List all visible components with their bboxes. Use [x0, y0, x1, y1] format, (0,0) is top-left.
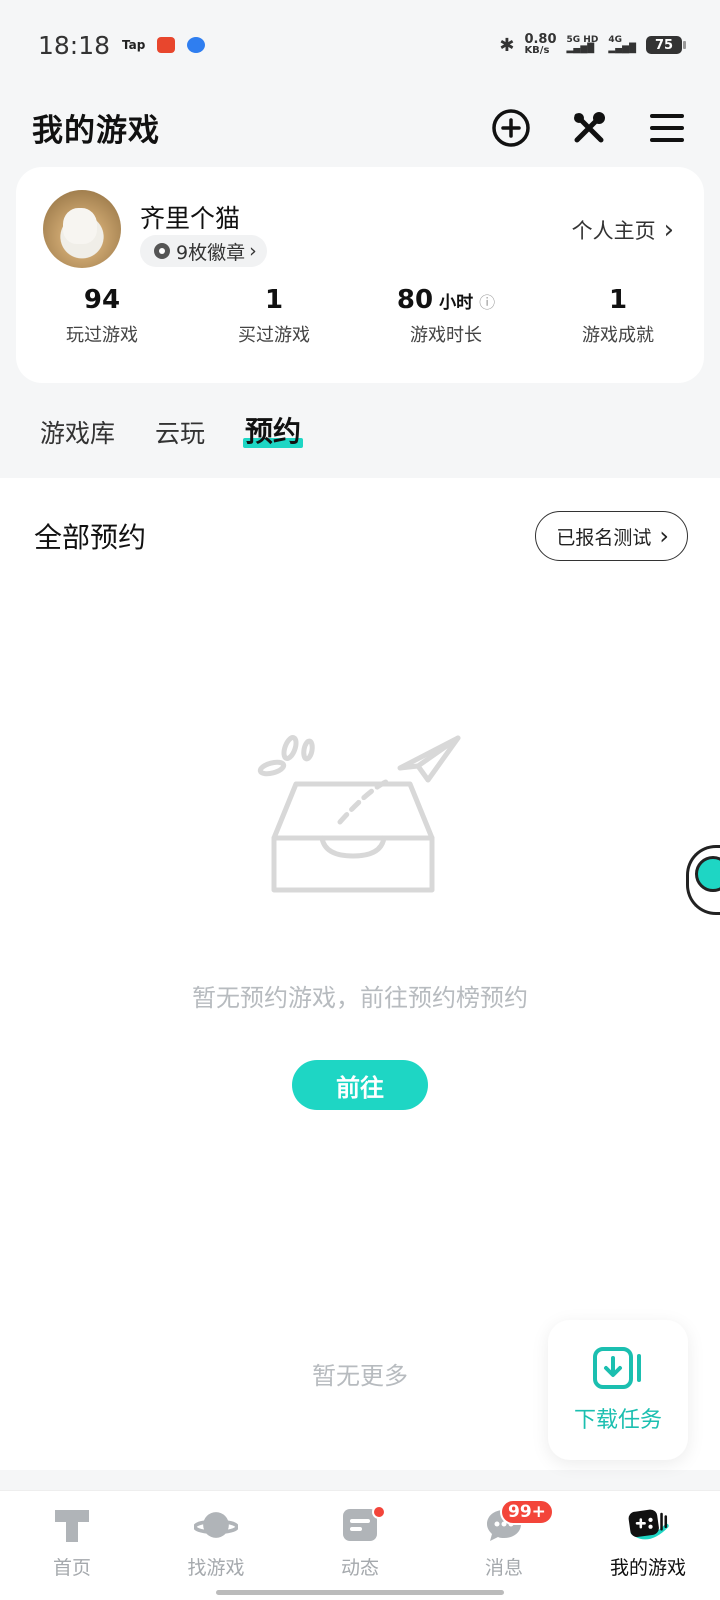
profile-card: 齐里个猫 9枚徽章 › 个人主页 › 94 玩过游戏 1 买过游戏 80 小时 …: [16, 167, 704, 383]
tab-library[interactable]: 游戏库: [40, 414, 115, 450]
stat-label: 游戏成就: [582, 325, 654, 346]
info-icon[interactable]: ⓘ: [479, 289, 495, 313]
tools-icon: [574, 111, 605, 142]
home-indicator[interactable]: [216, 1590, 504, 1595]
stat-achievements[interactable]: 1 游戏成就: [532, 285, 704, 347]
network-speed: 0.80 KB/s: [524, 32, 557, 56]
empty-state-text: 暂无预约游戏，前往预约榜预约: [192, 984, 528, 1012]
personal-homepage-link[interactable]: 个人主页 ›: [572, 215, 674, 245]
nav-label: 我的游戏: [609, 1557, 686, 1579]
avatar[interactable]: [43, 190, 121, 268]
stat-played[interactable]: 94 玩过游戏: [16, 285, 188, 347]
baidu-icon: [187, 37, 206, 53]
battery-icon: 75: [646, 36, 686, 54]
notification-dot: [372, 1505, 386, 1519]
stat-value: 80: [396, 285, 434, 315]
gamepad-icon: [628, 1509, 669, 1540]
homepage-label: 个人主页: [571, 219, 656, 243]
stat-playtime[interactable]: 80 小时 ⓘ 游戏时长: [360, 285, 532, 347]
badges-label: 9枚徽章: [176, 241, 246, 264]
stat-unit: 小时: [439, 293, 474, 313]
chevron-right-icon: ›: [659, 522, 669, 550]
section-title: 全部预约: [34, 521, 147, 554]
stats-row: 94 玩过游戏 1 买过游戏 80 小时 ⓘ 游戏时长 1 游戏成就: [16, 285, 704, 347]
planet-icon: [194, 1512, 238, 1538]
page-header: 我的游戏: [0, 90, 720, 165]
stat-label: 玩过游戏: [66, 325, 138, 346]
nav-label: 首页: [52, 1557, 91, 1579]
bottom-nav: 首页 找游戏 动态 99+ 消息 我的游戏: [0, 1490, 720, 1600]
signed-up-tests-button[interactable]: 已报名测试 ›: [535, 511, 688, 561]
nav-feed[interactable]: 动态: [288, 1491, 432, 1600]
nav-label: 消息: [484, 1557, 523, 1579]
stat-bought[interactable]: 1 买过游戏: [188, 285, 360, 347]
nav-label: 找游戏: [187, 1557, 245, 1579]
stat-label: 买过游戏: [238, 325, 310, 346]
tools-button[interactable]: [568, 107, 610, 149]
go-to-rankings-button[interactable]: 前往: [292, 1060, 428, 1110]
nav-find-games[interactable]: 找游戏: [144, 1491, 288, 1600]
tap-app-icon: Tap: [122, 38, 146, 52]
nav-my-games[interactable]: 我的游戏: [576, 1491, 720, 1600]
status-time: 18:18: [38, 30, 111, 60]
hamburger-menu-icon: [650, 113, 684, 142]
badges-button[interactable]: 9枚徽章 ›: [140, 235, 267, 267]
download-tasks-label: 下载任务: [573, 1408, 662, 1433]
signed-up-tests-label: 已报名测试: [556, 526, 652, 549]
app-notification-icon: [157, 37, 176, 53]
chevron-right-icon: ›: [249, 240, 257, 262]
nav-home[interactable]: 首页: [0, 1491, 144, 1600]
bluetooth-icon: ✱: [499, 34, 515, 56]
signal-4g-icon: 4G ▂▄▆█: [608, 35, 636, 54]
tab-bar: 游戏库 云玩 预约: [40, 406, 304, 450]
nav-label: 动态: [340, 1557, 379, 1579]
page-title: 我的游戏: [32, 113, 160, 149]
home-t-icon: [55, 1510, 89, 1542]
download-icon: [593, 1347, 641, 1389]
download-tasks-button[interactable]: 下载任务: [548, 1320, 688, 1460]
stat-label: 游戏时长: [410, 325, 482, 346]
status-bar: 18:18 Tap ✱ 0.80 KB/s 5G HD ▂▄▆█ 4G ▂▄▆█ 75: [0, 0, 720, 90]
signal-5g-icon: 5G HD ▂▄▆█: [566, 35, 599, 54]
menu-button[interactable]: [646, 107, 688, 149]
empty-inbox-illustration: [257, 735, 461, 893]
stat-value: 94: [83, 285, 121, 315]
stat-value: 1: [608, 285, 628, 315]
stat-value: 1: [264, 285, 284, 315]
medal-icon: [154, 243, 170, 259]
nav-messages[interactable]: 99+ 消息: [432, 1491, 576, 1600]
chevron-right-icon: ›: [663, 215, 674, 245]
tab-cloud-play[interactable]: 云玩: [155, 414, 205, 450]
username: 齐里个猫: [140, 204, 241, 233]
message-count-badge: 99+: [500, 1499, 554, 1525]
add-button[interactable]: [490, 107, 532, 149]
tab-reservations[interactable]: 预约: [243, 410, 304, 450]
plus-circle-icon: [492, 108, 530, 147]
